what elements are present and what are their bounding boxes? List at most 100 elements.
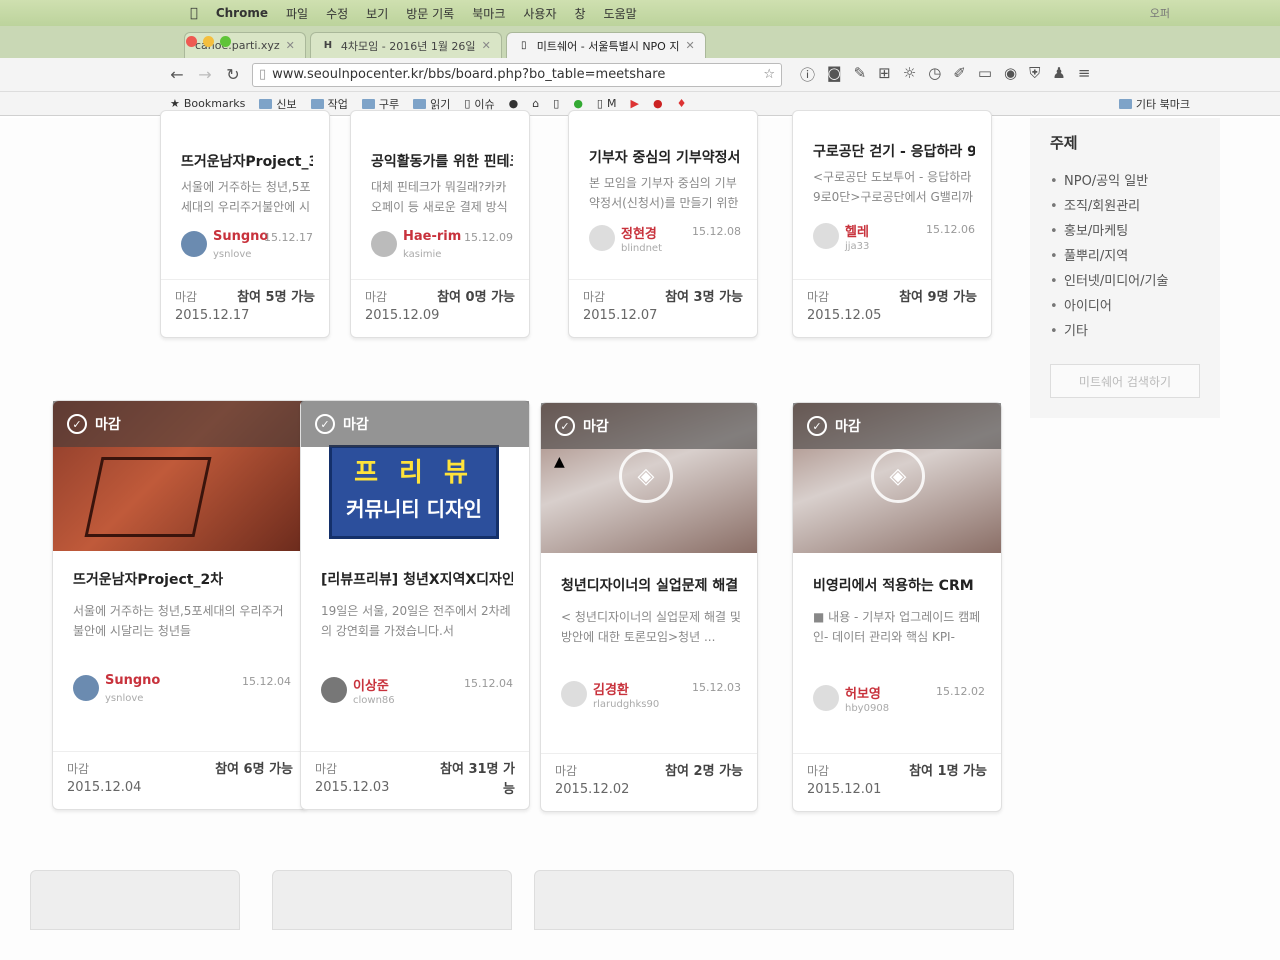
card-title[interactable]: 기부자 중심의 기부약정서 만들	[589, 147, 741, 167]
bookmarks-label: Bookmarks	[183, 97, 246, 110]
forward-icon[interactable]: →	[196, 65, 214, 84]
author-name[interactable]: Sungno	[105, 673, 160, 688]
topic-item[interactable]: 인터넷/미디어/기술	[1050, 269, 1200, 294]
author-name[interactable]: Sungno	[213, 229, 268, 244]
close-window-button[interactable]	[186, 36, 197, 47]
js-bookmark-icon[interactable]: ♦	[677, 97, 687, 110]
menu-view[interactable]: 보기	[366, 5, 388, 22]
menu-history[interactable]: 방문 기록	[406, 5, 454, 22]
page-info-icon[interactable]: ▯	[259, 67, 266, 82]
post-date: 15.12.09	[464, 231, 513, 244]
layers-icon: ◈	[619, 449, 673, 503]
deadline-label: 마감	[175, 290, 198, 304]
meetshare-card[interactable]: ✓ 마감 뜨거운남자Project_2차 서울에 거주하는 청년,5포세대의 우…	[52, 400, 308, 810]
url-text[interactable]: www.seoulnpocenter.kr/bbs/board.php?bo_t…	[272, 67, 665, 82]
maximize-window-button[interactable]	[220, 36, 231, 47]
menu-people[interactable]: 사용자	[523, 5, 556, 22]
menu-icon[interactable]: ≡	[1078, 64, 1091, 85]
post-date: 15.12.04	[464, 677, 513, 690]
shield-extension-icon[interactable]: ⛨	[1029, 64, 1040, 85]
meetshare-card[interactable]: 프 리 뷰 커뮤니티 디자인 ✓ 마감 [리뷰프리뷰] 청년X지역X디자인 19…	[300, 400, 530, 810]
pinterest-bookmark-icon[interactable]: ●	[653, 97, 663, 110]
github-bookmark-icon[interactable]: ●	[509, 97, 519, 110]
topic-item[interactable]: 아이디어	[1050, 294, 1200, 319]
author-name[interactable]: 헬레	[845, 221, 869, 240]
close-tab-icon[interactable]: ✕	[482, 39, 491, 52]
topic-item[interactable]: 홍보/마케팅	[1050, 219, 1200, 244]
menu-bookmarks[interactable]: 북마크	[472, 5, 505, 22]
author-name[interactable]: 허보영	[845, 683, 881, 702]
close-tab-icon[interactable]: ✕	[685, 39, 694, 52]
menu-window[interactable]: 창	[574, 5, 585, 22]
meetshare-card[interactable]: 기부자 중심의 기부약정서 만들 본 모임을 기부자 중심의 기부약정서(신청서…	[568, 110, 758, 338]
eyedropper-extension-icon[interactable]: ✐	[953, 64, 966, 85]
author-name[interactable]: 김경환	[593, 679, 629, 698]
deadline-date: 2015.12.07	[583, 308, 658, 323]
deadline-label: 마감	[67, 762, 90, 776]
topic-sidebar: 주제 NPO/공익 일반 조직/회원관리 홍보/마케팅 풀뿌리/지역 인터넷/미…	[1030, 118, 1220, 418]
tab-meetshare[interactable]: ▯ 미트쉐어 - 서울특별시 NPO 지 ✕	[505, 32, 706, 58]
screen-extension-icon[interactable]: ▭	[978, 64, 992, 85]
back-icon[interactable]: ←	[168, 65, 186, 84]
card-stub[interactable]	[534, 870, 1014, 930]
lightbulb-extension-icon[interactable]: ☼	[903, 64, 916, 85]
author-name[interactable]: 이상준	[353, 675, 389, 694]
tab-meeting[interactable]: H 4차모임 - 2016년 1월 26일 ✕	[309, 32, 502, 58]
close-tab-icon[interactable]: ✕	[286, 39, 295, 52]
meetshare-card[interactable]: 공익활동가를 위한 핀테크 알아 대체 핀테크가 뭐길래?카카오페이 등 새로운…	[350, 110, 530, 338]
meetshare-card[interactable]: 뜨거운남자Project_3차 서울에 거주하는 청년,5포세대의 우리주거불안…	[160, 110, 330, 338]
card-footer: 마감 2015.12.09 참여 0명 가능	[351, 279, 529, 337]
shortcut-extension-icon[interactable]: ⊞	[878, 64, 891, 85]
page-icon: ▯	[521, 40, 527, 51]
card-title[interactable]: 청년디자이너의 실업문제 해결	[561, 575, 741, 595]
card-title[interactable]: 구로공단 걷기 - 응답하라 9로0	[813, 141, 975, 161]
folder-icon	[361, 98, 375, 109]
leaf-bookmark-icon[interactable]: ●	[573, 97, 583, 110]
address-bar[interactable]: ▯ www.seoulnpocenter.kr/bbs/board.php?bo…	[252, 62, 782, 87]
card-footer: 마감 2015.12.03 참여 31명 가능	[301, 751, 529, 809]
menu-file[interactable]: 파일	[286, 5, 308, 22]
avatar	[181, 231, 207, 257]
meetshare-search-button[interactable]: 미트쉐어 검색하기	[1050, 364, 1200, 398]
card-stub[interactable]	[272, 870, 512, 930]
topic-item[interactable]: 풀뿌리/지역	[1050, 244, 1200, 269]
participants-count: 참여 6명 가능	[215, 762, 293, 777]
evernote-extension-icon[interactable]: ✎	[854, 64, 867, 85]
menu-edit[interactable]: 수정	[326, 5, 348, 22]
apple-icon[interactable]: 	[190, 6, 198, 21]
info-extension-icon[interactable]: ⓘ	[800, 64, 815, 85]
card-title[interactable]: 공익활동가를 위한 핀테크 알아	[371, 151, 513, 171]
gmail-bookmark[interactable]: ▯ M	[597, 97, 617, 110]
card-title[interactable]: 뜨거운남자Project_2차	[73, 569, 291, 589]
bookmark-label: 작업	[327, 97, 348, 111]
author-name[interactable]: 정현경	[621, 223, 657, 242]
card-title[interactable]: 비영리에서 적용하는 CRM	[813, 575, 985, 595]
youtube-bookmark-icon[interactable]: ▶	[630, 97, 638, 110]
topic-item[interactable]: NPO/공익 일반	[1050, 169, 1200, 194]
author-name[interactable]: Hae-rim	[403, 229, 461, 244]
bookmark-star-icon[interactable]: ☆	[763, 67, 781, 82]
camera-extension-icon[interactable]: ◉	[1004, 64, 1017, 85]
other-bookmarks[interactable]: 기타 북마크	[1118, 96, 1280, 112]
page-bookmark-icon[interactable]: ▯	[553, 97, 559, 110]
topic-item[interactable]: 조직/회원관리	[1050, 194, 1200, 219]
reload-icon[interactable]: ↻	[224, 65, 242, 84]
minimize-window-button[interactable]	[203, 36, 214, 47]
timer-extension-icon[interactable]: ◷	[928, 64, 941, 85]
pocket-extension-icon[interactable]: ◙	[827, 64, 842, 85]
topic-item[interactable]: 기타	[1050, 319, 1200, 344]
menu-right-label[interactable]: 오퍼	[1150, 5, 1280, 21]
menu-help[interactable]: 도움말	[604, 5, 637, 22]
avatar	[813, 685, 839, 711]
card-title[interactable]: [리뷰프리뷰] 청년X지역X디자인	[321, 569, 513, 589]
meetshare-card[interactable]: 구로공단 걷기 - 응답하라 9로0 <구로공단 도보투어 - 응답하라 9로0…	[792, 110, 992, 338]
card-stub[interactable]	[30, 870, 240, 930]
avatar	[813, 223, 839, 249]
meetshare-card[interactable]: ◈ ✓ 마감 비영리에서 적용하는 CRM ■ 내용 - 기부자 업그레이드 캠…	[792, 402, 1002, 812]
meetshare-card[interactable]: ◈ ✓ 마감 청년디자이너의 실업문제 해결 < 청년디자이너의 실업문제 해결…	[540, 402, 758, 812]
card-title[interactable]: 뜨거운남자Project_3차	[181, 151, 313, 171]
bookmarks-star[interactable]: ★ Bookmarks	[170, 97, 245, 110]
menu-app-name[interactable]: Chrome	[216, 6, 268, 20]
link-bookmark-icon[interactable]: ⌂	[532, 97, 539, 110]
user-extension-icon[interactable]: ♟	[1052, 64, 1065, 85]
